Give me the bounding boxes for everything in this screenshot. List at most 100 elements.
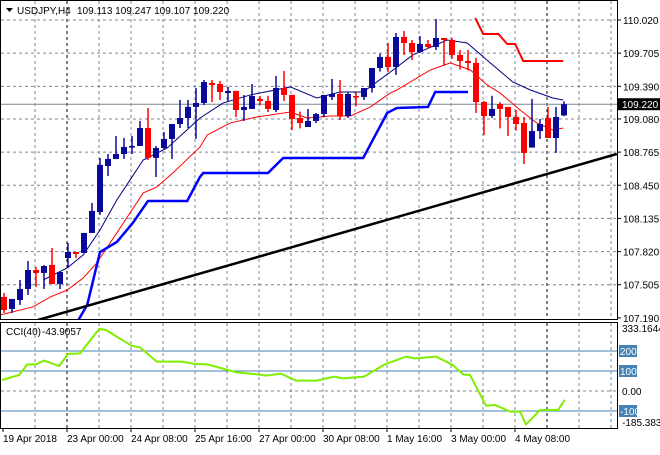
time-label: 30 Apr 08:00 bbox=[323, 434, 380, 445]
candle-body bbox=[153, 148, 159, 158]
candle-body bbox=[393, 36, 399, 67]
bull-candle bbox=[41, 264, 47, 289]
candle-body bbox=[489, 108, 495, 116]
bull-candle bbox=[553, 106, 559, 153]
candle-body bbox=[297, 118, 303, 123]
bear-candle bbox=[281, 70, 287, 101]
bull-candle bbox=[369, 68, 375, 93]
candle-body bbox=[337, 94, 343, 116]
candle-body bbox=[225, 90, 231, 93]
bull-candle bbox=[137, 120, 143, 146]
candle-body bbox=[449, 40, 455, 55]
candle-body bbox=[465, 60, 471, 63]
candles bbox=[1, 18, 567, 313]
candle-body bbox=[1, 296, 7, 310]
candle-body bbox=[313, 114, 319, 121]
bear-candle bbox=[401, 30, 407, 55]
price-label: 110.020 bbox=[623, 16, 659, 27]
bull-candle bbox=[361, 88, 367, 100]
candle-body bbox=[113, 154, 119, 159]
candle-body bbox=[497, 104, 503, 109]
candle-body bbox=[81, 232, 87, 253]
candle-body bbox=[193, 102, 199, 107]
candle-body bbox=[289, 94, 295, 119]
cci-scale-max: 333.1644 bbox=[622, 324, 660, 335]
candle-body bbox=[345, 94, 351, 116]
time-label: 3 May 00:00 bbox=[451, 434, 506, 445]
candle-body bbox=[441, 38, 447, 40]
bull-candle bbox=[81, 232, 87, 253]
candle-body bbox=[129, 146, 135, 148]
price-label: 107.505 bbox=[623, 281, 660, 292]
candle-body bbox=[537, 124, 543, 132]
bull-candle bbox=[433, 18, 439, 50]
bear-candle bbox=[449, 38, 455, 59]
candle-body bbox=[409, 42, 415, 52]
candle-body bbox=[209, 82, 215, 85]
candle-body bbox=[561, 104, 567, 116]
metatrader-chart[interactable]: 110.020 109.705 109.390 109.080 108.765 108.4… bbox=[0, 0, 660, 450]
cci-level-label: -100 bbox=[620, 407, 640, 418]
time-label: 24 Apr 08:00 bbox=[131, 434, 188, 445]
dropdown-triangle-icon[interactable] bbox=[6, 8, 13, 12]
price-label: 108.450 bbox=[623, 181, 660, 192]
candle-body bbox=[241, 106, 247, 110]
bull-candle bbox=[57, 272, 63, 290]
bull-candle bbox=[241, 94, 247, 121]
bull-candle bbox=[161, 132, 167, 150]
trend-line bbox=[37, 152, 617, 319]
bear-candle bbox=[481, 100, 487, 135]
current-price-label: 109.220 bbox=[622, 100, 659, 111]
bear-candle bbox=[217, 80, 223, 100]
candle-body bbox=[265, 100, 271, 109]
bear-candle bbox=[289, 94, 295, 130]
candle-body bbox=[481, 102, 487, 116]
price-label: 108.765 bbox=[623, 148, 660, 159]
candle-body bbox=[425, 44, 431, 47]
bull-candle bbox=[249, 84, 255, 109]
time-label: 1 May 16:00 bbox=[387, 434, 442, 445]
time-label: 4 May 08:00 bbox=[515, 434, 570, 445]
price-label: 109.390 bbox=[623, 82, 660, 93]
candle-body bbox=[217, 84, 223, 92]
bear-candle bbox=[49, 248, 55, 284]
bear-candle bbox=[33, 266, 39, 287]
bull-candle bbox=[273, 76, 279, 112]
main-panel-border bbox=[0, 0, 618, 320]
candle-body bbox=[417, 44, 423, 52]
bull-candle bbox=[129, 136, 135, 154]
candle-body bbox=[233, 90, 239, 110]
bull-candle bbox=[89, 202, 95, 233]
bear-candle bbox=[385, 42, 391, 72]
candle-body bbox=[89, 210, 95, 233]
time-label: 23 Apr 00:00 bbox=[67, 434, 124, 445]
candle-body bbox=[9, 298, 15, 309]
price-label: 109.080 bbox=[623, 115, 660, 126]
candle-body bbox=[505, 106, 511, 117]
bull-candle bbox=[17, 280, 23, 305]
cci-line bbox=[1, 327, 566, 427]
bull-candle bbox=[193, 88, 199, 139]
bear-candle bbox=[209, 80, 215, 102]
candle-body bbox=[281, 88, 287, 95]
bear-candle bbox=[497, 102, 503, 129]
bull-candle bbox=[97, 158, 103, 215]
bull-candle bbox=[345, 92, 351, 118]
price-label: 109.705 bbox=[623, 49, 660, 60]
candle-body bbox=[73, 252, 79, 254]
candle-body bbox=[361, 88, 367, 97]
candle-body bbox=[529, 131, 535, 148]
bull-candle bbox=[9, 298, 15, 313]
bear-candle bbox=[1, 292, 7, 313]
bull-candle bbox=[561, 101, 567, 117]
candle-body bbox=[161, 138, 167, 148]
candle-body bbox=[145, 128, 151, 158]
bear-candle bbox=[505, 106, 511, 136]
price-label: 108.135 bbox=[623, 214, 660, 225]
bull-candle bbox=[201, 80, 207, 105]
cci-scale-min: -185.3837 bbox=[622, 418, 660, 429]
candle-body bbox=[185, 106, 191, 118]
candle-body bbox=[369, 68, 375, 88]
candle-body bbox=[553, 116, 559, 138]
candle-body bbox=[57, 272, 63, 284]
